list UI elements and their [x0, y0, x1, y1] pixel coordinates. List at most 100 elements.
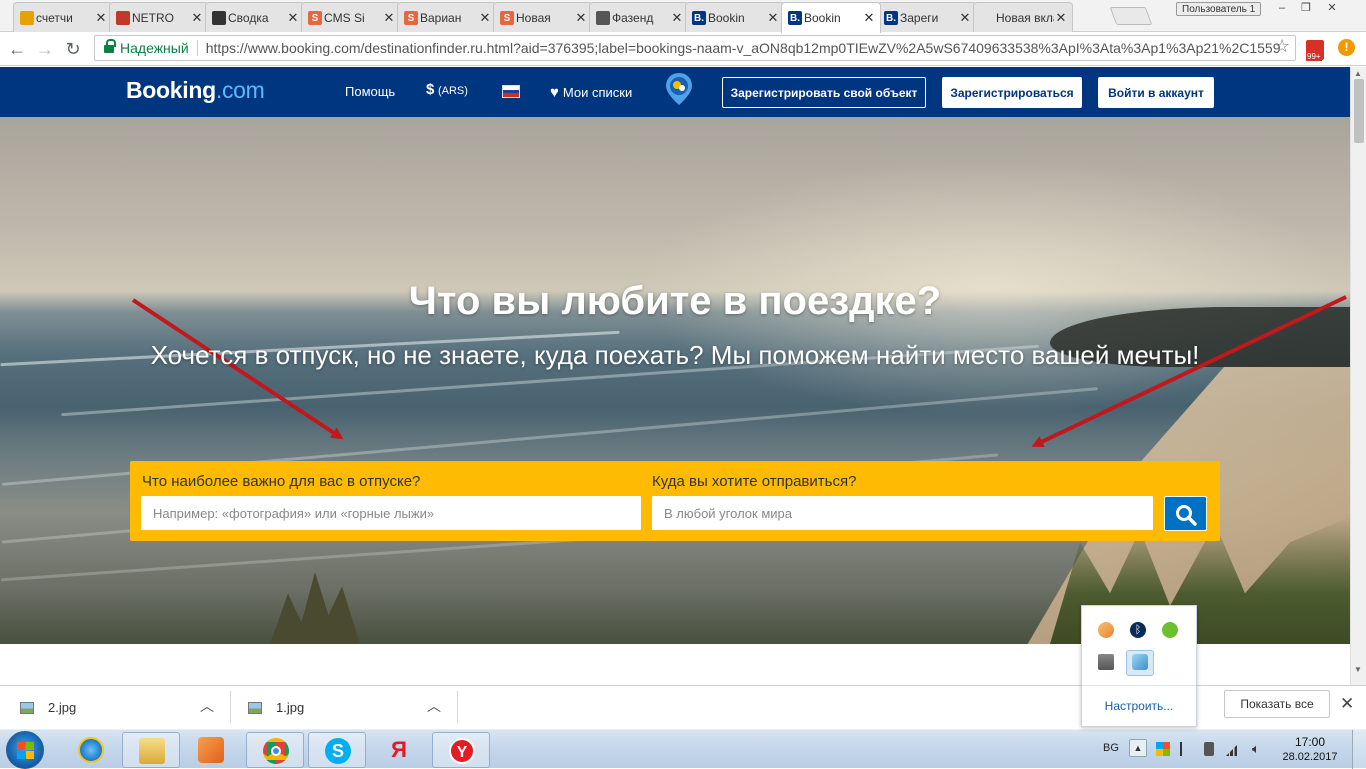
s-favicon-icon: S: [500, 11, 514, 25]
tray-network-tool-icon[interactable]: [1132, 654, 1148, 670]
browser-tab[interactable]: B. Bookin ✕: [781, 2, 881, 33]
update-alert-icon[interactable]: !: [1338, 39, 1355, 56]
taskbar-yandex[interactable]: Y: [432, 732, 490, 768]
taskbar-yandex-browser[interactable]: Я: [370, 732, 428, 768]
location-pin-icon[interactable]: [664, 72, 694, 106]
tab-label: Фазенд: [612, 10, 654, 25]
currency-selector[interactable]: $ (ARS): [426, 81, 468, 98]
tab-close-icon[interactable]: ✕: [190, 10, 204, 26]
tab-close-icon[interactable]: ✕: [382, 10, 396, 26]
media-player-icon: [198, 737, 224, 763]
network-signal-icon[interactable]: [1226, 742, 1240, 756]
tab-close-icon[interactable]: ✕: [958, 10, 972, 26]
download-divider: [457, 691, 458, 723]
page-scrollbar[interactable]: ▲ ▼: [1350, 67, 1366, 685]
language-indicator[interactable]: BG: [1103, 742, 1119, 754]
tab-close-icon[interactable]: ✕: [94, 10, 108, 26]
browser-tab[interactable]: S CMS Si ✕: [301, 2, 401, 32]
bluetooth-icon[interactable]: ᛒ: [1130, 622, 1146, 638]
destination-input[interactable]: [652, 496, 1153, 530]
show-all-downloads-button[interactable]: Показать все: [1224, 690, 1330, 718]
browser-tab[interactable]: B. Зареги ✕: [877, 2, 977, 32]
currency-symbol: $: [426, 81, 435, 98]
power-icon[interactable]: [1204, 742, 1214, 756]
show-desktop-button[interactable]: [1352, 730, 1366, 769]
russia-flag-icon[interactable]: [502, 85, 520, 98]
tray-configure-link[interactable]: Настроить...: [1082, 699, 1196, 713]
wishlists-link[interactable]: ♥ Мои списки: [550, 84, 632, 101]
booking-favicon-icon: B.: [884, 11, 898, 25]
close-icon[interactable]: ✕: [1340, 694, 1354, 714]
taskbar-explorer[interactable]: [122, 732, 180, 768]
taskbar-chrome[interactable]: [246, 732, 304, 768]
scroll-up-arrow-icon[interactable]: ▲: [1354, 69, 1362, 78]
browser-tab[interactable]: S Вариан ✕: [397, 2, 497, 32]
address-divider: [196, 40, 198, 56]
extension-badge: 99+: [1306, 52, 1322, 61]
minimize-button[interactable]: –: [1270, 2, 1294, 16]
browser-tab[interactable]: B. Bookin ✕: [685, 2, 785, 32]
hero-title: Что вы любите в поездке?: [408, 279, 942, 323]
browser-tab[interactable]: Фазенд ✕: [589, 2, 689, 32]
browser-tab[interactable]: счетчи ✕: [13, 2, 113, 32]
booking-logo[interactable]: Booking.com: [126, 77, 265, 104]
windows-taskbar: S Я Y BG ▲ 🔈︎ 17:00 28.02.2017: [0, 729, 1366, 769]
scroll-thumb[interactable]: [1354, 79, 1364, 143]
currency-code: (ARS): [437, 85, 468, 97]
show-hidden-icons-button[interactable]: ▲: [1129, 739, 1147, 757]
tab-close-icon[interactable]: ✕: [478, 10, 492, 26]
clock-time[interactable]: 17:00: [1280, 735, 1340, 749]
new-tab-button[interactable]: [1109, 7, 1153, 25]
forward-arrow-icon[interactable]: →: [34, 38, 56, 60]
chevron-up-icon[interactable]: ︿: [427, 696, 441, 716]
tray-green-icon[interactable]: [1162, 622, 1178, 638]
start-button[interactable]: [6, 731, 44, 769]
browser-tab[interactable]: Сводка ✕: [205, 2, 305, 32]
yandex-icon: Y: [449, 738, 475, 764]
code-favicon-icon: [212, 11, 226, 25]
tab-close-icon[interactable]: ✕: [574, 10, 588, 26]
taskbar-ie[interactable]: [62, 732, 120, 768]
flag-icon[interactable]: [1180, 742, 1194, 756]
destination-search-box: Что наиболее важно для вас в отпуске? Ку…: [130, 461, 1220, 541]
clock-date[interactable]: 28.02.2017: [1280, 751, 1340, 763]
scroll-down-arrow-icon[interactable]: ▼: [1354, 665, 1362, 674]
tab-close-icon[interactable]: ✕: [1054, 10, 1068, 26]
close-window-button[interactable]: ✕: [1320, 2, 1344, 16]
tab-label: Новая: [516, 10, 551, 25]
usb-drive-icon[interactable]: [1098, 654, 1114, 670]
address-bar[interactable]: Надежный https://www.booking.com/destina…: [94, 35, 1296, 61]
bookmark-star-icon[interactable]: ☆: [1274, 36, 1290, 57]
profile-button[interactable]: Пользователь 1: [1176, 2, 1262, 16]
list-property-button[interactable]: Зарегистрировать свой объект: [722, 77, 926, 108]
tray-app-icon[interactable]: [1098, 622, 1114, 638]
destination-label: Куда вы хотите отправиться?: [652, 473, 857, 490]
help-link[interactable]: Помощь: [345, 84, 395, 99]
download-item[interactable]: 2.jpg: [20, 686, 76, 729]
tab-close-icon[interactable]: ✕: [766, 10, 780, 26]
login-button[interactable]: Войти в аккаунт: [1098, 77, 1214, 108]
diamond-favicon-icon: [116, 11, 130, 25]
taskbar-skype[interactable]: S: [308, 732, 366, 768]
volume-icon[interactable]: 🔈︎: [1252, 742, 1266, 756]
browser-toolbar: ← → ↻ Надежный https://www.booking.com/d…: [0, 32, 1366, 66]
tab-close-icon[interactable]: ✕: [862, 10, 876, 26]
s-favicon-icon: S: [308, 11, 322, 25]
reload-icon[interactable]: ↻: [62, 38, 84, 60]
back-arrow-icon[interactable]: ←: [6, 38, 28, 60]
register-button[interactable]: Зарегистрироваться: [942, 77, 1082, 108]
url-text[interactable]: https://www.booking.com/destinationfinde…: [206, 40, 1281, 56]
action-center-icon[interactable]: [1156, 742, 1170, 756]
browser-tab[interactable]: Новая вкла ✕: [973, 2, 1073, 32]
interest-input[interactable]: [141, 496, 641, 530]
search-button[interactable]: [1164, 496, 1207, 531]
tab-close-icon[interactable]: ✕: [286, 10, 300, 26]
taskbar-media-player[interactable]: [182, 732, 240, 768]
tab-label: Bookin: [708, 10, 745, 25]
browser-tab[interactable]: S Новая ✕: [493, 2, 593, 32]
chevron-up-icon[interactable]: ︿: [200, 696, 214, 716]
download-item[interactable]: 1.jpg: [248, 686, 304, 729]
restore-button[interactable]: ❐: [1294, 2, 1318, 16]
tab-close-icon[interactable]: ✕: [670, 10, 684, 26]
browser-tab[interactable]: NETRO ✕: [109, 2, 209, 32]
